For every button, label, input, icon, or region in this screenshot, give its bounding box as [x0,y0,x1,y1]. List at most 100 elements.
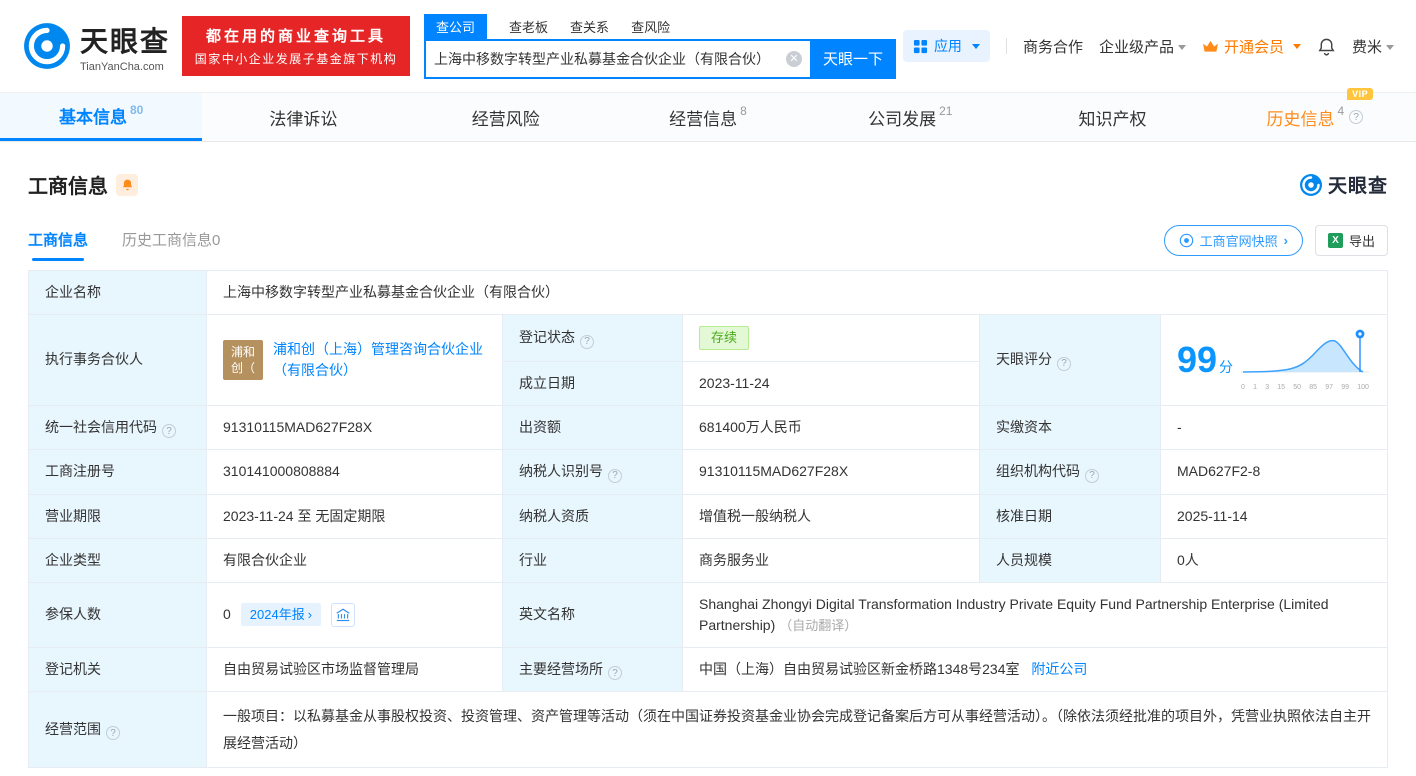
org-code-value: MAD627F2-8 [1161,450,1388,495]
chevron-down-icon [1293,44,1301,49]
help-icon[interactable]: ? [106,726,120,740]
company-name-value: 上海中移数字转型产业私募基金合伙企业（有限合伙） [207,271,1388,315]
scope-value: 一般项目：以私募基金从事股权投资、投资管理、资产管理等活动（须在中国证券投资基金… [207,692,1388,768]
tab-label: 历史信息 [1266,105,1334,130]
export-button[interactable]: X 导出 [1315,225,1388,256]
user-menu[interactable]: 费米 [1352,36,1394,57]
tab-label: 基本信息 [59,103,127,128]
tab-label: 法律诉讼 [269,105,337,130]
section-title: 工商信息 [28,170,108,199]
slogan-banner: 都在用的商业查询工具 国家中小企业发展子基金旗下机构 [182,16,410,76]
reg-no-value: 310141000808884 [207,450,503,495]
annual-report-label: 2024年报 [250,605,305,625]
help-icon[interactable]: ? [1349,110,1363,124]
help-icon[interactable]: ? [1057,357,1071,371]
field-label-text: 组织机构代码 [996,463,1080,479]
search-tab-risk[interactable]: 查风险 [631,14,670,39]
tab-intellectual-property[interactable]: 知识产权 [1011,93,1213,141]
tab-label: 公司发展 [868,105,936,130]
field-label-company-name: 企业名称 [29,271,207,315]
credit-code-value: 91310115MAD627F28X [207,405,503,450]
field-label-reg-no: 工商注册号 [29,450,207,495]
tab-label: 经营风险 [472,105,540,130]
executive-partner-cell: 浦和 创（ 浦和创（上海）管理咨询合伙企业（有限合伙） [207,315,503,406]
chevron-down-icon [1386,45,1394,50]
capital-value: 681400万人民币 [683,405,980,450]
search-button[interactable]: 天眼一下 [810,39,896,79]
field-label-reg-status: 登记状态? [503,315,683,362]
table-row: 企业类型 有限合伙企业 行业 商务服务业 人员规模 0人 [29,538,1388,582]
field-label-score: 天眼评分? [980,315,1161,406]
industry-value: 商务服务业 [683,538,980,582]
main-nav-tabs: 基本信息80 法律诉讼 经营风险 经营信息8 公司发展21 知识产权 历史信息4… [0,92,1416,142]
table-row: 参保人数 0 2024年报› [29,582,1388,647]
subtab-row: 工商信息 历史工商信息0 工商官网快照 › X 导出 [28,225,1388,256]
tab-label: 经营信息 [669,105,737,130]
est-date-value: 2023-11-24 [683,361,980,405]
field-label-address: 主要经营场所? [503,647,683,692]
tab-basic-info[interactable]: 基本信息80 [0,93,202,141]
score-curve [1239,327,1371,377]
address-cell: 中国（上海）自由贸易试验区新金桥路1348号234室 附近公司 [683,647,1388,692]
nearby-companies-link[interactable]: 附近公司 [1031,661,1087,677]
taxpayer-id-value: 91310115MAD627F28X [683,450,980,495]
table-row: 登记机关 自由贸易试验区市场监督管理局 主要经营场所? 中国（上海）自由贸易试验… [29,647,1388,692]
logo-domain: TianYanCha.com [80,61,170,73]
score-chart[interactable]: 0131550859799100 [1239,327,1371,394]
search-tab-boss[interactable]: 查老板 [509,14,548,39]
search-block: 查公司 查老板 查关系 查风险 ✕ 天眼一下 [424,14,896,79]
help-icon[interactable]: ? [580,335,594,349]
score-number: 99 [1177,339,1217,380]
biz-coop-link[interactable]: 商务合作 [1023,36,1083,57]
field-label-staff: 人员规模 [980,538,1161,582]
field-label-text: 主要经营场所 [519,661,603,677]
tab-legal-cases[interactable]: 法律诉讼 [202,93,404,141]
field-label-org-code: 组织机构代码? [980,450,1161,495]
tab-operation-info[interactable]: 经营信息8 [607,93,809,141]
open-vip-link[interactable]: 开通会员 [1202,36,1301,57]
help-icon[interactable]: ? [1085,469,1099,483]
help-icon[interactable]: ? [162,424,176,438]
table-row: 营业期限 2023-11-24 至 无固定期限 纳税人资质 增值税一般纳税人 核… [29,494,1388,538]
partner-link[interactable]: 浦和创（上海）管理咨询合伙企业（有限合伙） [273,339,486,381]
tab-company-development[interactable]: 公司发展21 [809,93,1011,141]
tab-count: 4 [1337,104,1344,118]
arrow-right-icon: › [308,605,312,625]
help-icon[interactable]: ? [608,666,622,680]
apps-button[interactable]: 应用 [903,30,990,62]
tab-history-info[interactable]: 历史信息4 ? VIP [1214,93,1416,141]
excel-icon: X [1328,233,1343,248]
official-snapshot-button[interactable]: 工商官网快照 › [1164,225,1303,256]
company-type-value: 有限合伙企业 [207,538,503,582]
partner-avatar[interactable]: 浦和 创（ [223,340,263,380]
score-cell: 99分 0131550 [1161,315,1388,406]
field-label-paid-capital: 实缴资本 [980,405,1161,450]
approval-date-value: 2025-11-14 [1161,494,1388,538]
field-label-text: 登记状态 [519,329,575,345]
table-row: 经营范围? 一般项目：以私募基金从事股权投资、投资管理、资产管理等活动（须在中国… [29,692,1388,768]
search-tabs: 查公司 查老板 查关系 查风险 [424,14,896,39]
tianyancha-logo[interactable]: 天眼查 TianYanCha.com [22,20,170,73]
field-label-insured: 参保人数 [29,582,207,647]
notification-bell-icon[interactable] [1317,37,1336,56]
subtab-history-business-info[interactable]: 历史工商信息0 [122,229,220,252]
search-input[interactable] [426,51,786,67]
export-label: 导出 [1349,231,1375,250]
clear-icon[interactable]: ✕ [786,51,802,67]
logo-text: 天眼查 TianYanCha.com [80,20,170,73]
tab-operation-risk[interactable]: 经营风险 [405,93,607,141]
tab-count: 8 [740,104,747,118]
search-tab-company[interactable]: 查公司 [424,14,487,39]
slogan-line-2: 国家中小企业发展子基金旗下机构 [192,50,400,67]
slogan-line-1: 都在用的商业查询工具 [192,25,400,46]
help-icon[interactable]: ? [608,469,622,483]
annual-report-building-icon[interactable] [331,603,355,627]
field-label-taxpayer-id: 纳税人识别号? [503,450,683,495]
subtab-business-info[interactable]: 工商信息 [28,229,88,252]
search-tab-relation[interactable]: 查关系 [570,14,609,39]
enterprise-products-link[interactable]: 企业级产品 [1099,36,1186,57]
annual-report-tag[interactable]: 2024年报› [241,603,321,627]
table-row: 执行事务合伙人 浦和 创（ 浦和创（上海）管理咨询合伙企业（有限合伙） 登记状态… [29,315,1388,362]
insured-count: 0 [223,604,231,625]
monitor-bell-icon[interactable] [116,174,138,196]
